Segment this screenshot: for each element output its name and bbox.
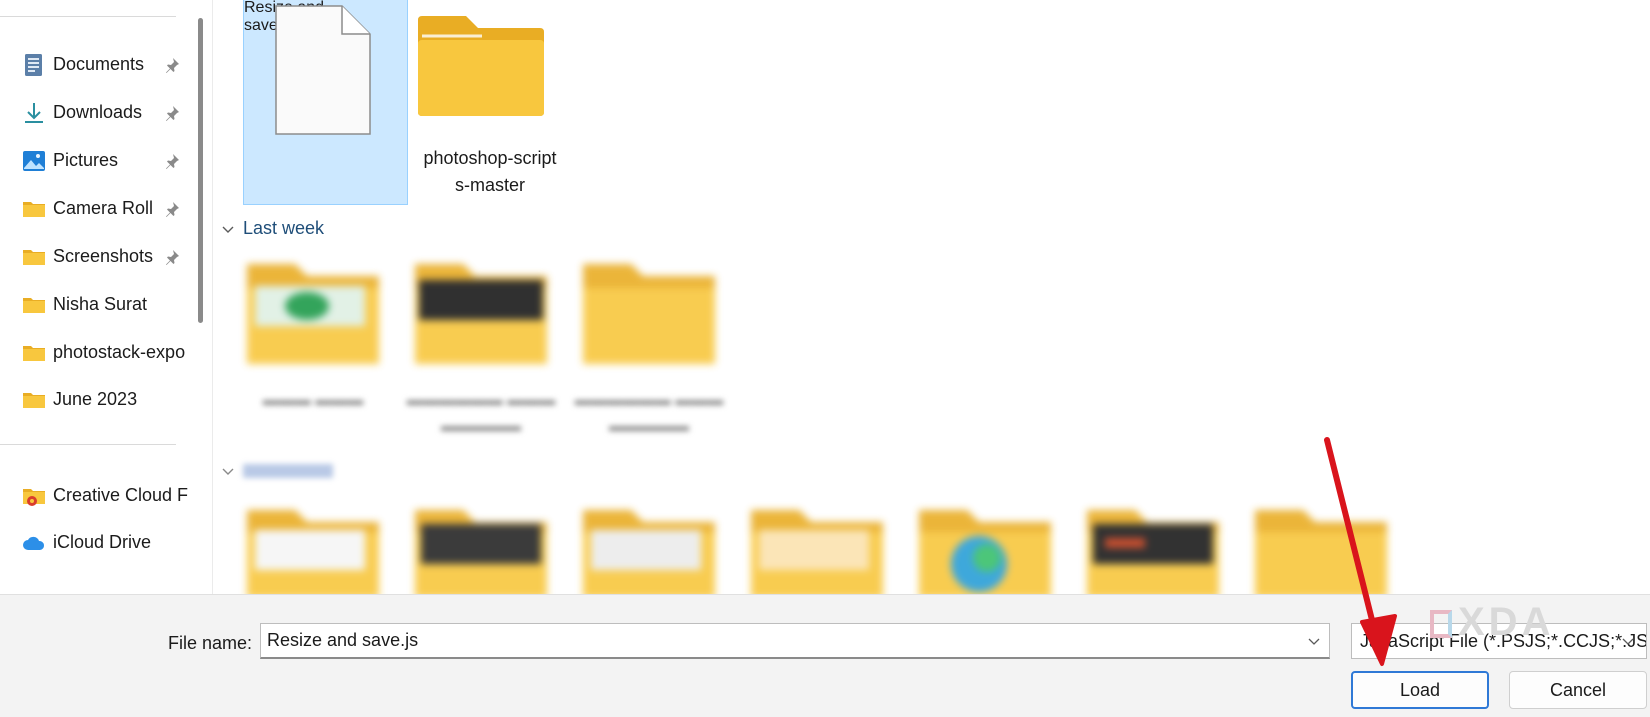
file-name-label: File name: xyxy=(168,633,253,653)
pin-icon xyxy=(166,58,179,73)
sidebar-item-label: iCloud Drive xyxy=(53,532,152,552)
sidebar-item-label: June 2023 xyxy=(53,389,138,409)
folder-icon xyxy=(415,510,547,594)
chevron-down-icon xyxy=(222,226,234,233)
folder-icon xyxy=(919,510,1051,594)
blurred-label: ▬▬▬▬▬▬ ▬▬▬ ▬▬▬▬▬ xyxy=(406,392,556,435)
chevron-down-icon[interactable] xyxy=(1620,633,1636,649)
sidebar-item-june-2023[interactable]: June 2023 xyxy=(0,378,188,422)
file-item-resize-and-save[interactable]: Resize and save.js xyxy=(243,0,408,205)
creative-cloud-icon xyxy=(23,489,45,506)
sidebar-item-label: Nisha Surat xyxy=(53,294,148,314)
blurred-label: ▬▬▬ ▬▬▬ xyxy=(262,392,364,409)
blurred-group-title xyxy=(243,464,333,478)
file-list: Resize and save.js photoshop-script s-ma… xyxy=(213,0,1650,594)
cancel-button[interactable]: Cancel xyxy=(1509,671,1647,709)
sidebar-scrollbar[interactable] xyxy=(198,18,203,323)
folder-icon xyxy=(247,510,379,594)
folder-icon xyxy=(247,264,379,364)
sidebar-item-downloads[interactable]: Downloads xyxy=(0,91,188,135)
separator xyxy=(0,444,176,445)
pin-icon xyxy=(166,154,179,169)
xda-logo-icon xyxy=(1430,610,1452,639)
navigation-pane: Documents Downloads Pictures Camera Roll… xyxy=(0,0,190,594)
file-name-input[interactable] xyxy=(260,623,1330,659)
sidebar-item-documents[interactable]: Documents xyxy=(0,43,188,87)
download-icon xyxy=(25,103,43,123)
folder-icon xyxy=(23,250,45,265)
file-icon xyxy=(275,5,371,135)
sidebar-item-camera-roll[interactable]: Camera Roll xyxy=(0,187,188,231)
xda-watermark: XDA xyxy=(1430,600,1554,645)
group-header-last-week[interactable]: Last week xyxy=(221,218,324,239)
load-button[interactable]: Load xyxy=(1351,671,1489,709)
folder-icon xyxy=(23,346,45,361)
folder-icon xyxy=(1087,510,1219,594)
group-header-blurred[interactable] xyxy=(221,464,333,478)
sidebar-item-nisha-surat[interactable]: Nisha Surat xyxy=(0,283,188,327)
sidebar-item-icloud[interactable]: iCloud Drive xyxy=(0,521,188,565)
pin-icon xyxy=(166,202,179,217)
sidebar-item-screenshots[interactable]: Screenshots xyxy=(0,235,188,279)
blurred-label: ▬▬▬▬▬▬ ▬▬▬ ▬▬▬▬▬ xyxy=(574,392,724,435)
folder-item-photoshop-scripts[interactable]: photoshop-script s-master xyxy=(410,0,570,203)
folder-icon xyxy=(23,202,45,217)
chevron-down-icon xyxy=(222,468,234,475)
sidebar-item-pictures[interactable]: Pictures xyxy=(0,139,188,183)
pin-icon xyxy=(166,106,179,121)
folder-icon xyxy=(751,510,883,594)
dialog-footer: File name: JavaScript File (*.PSJS;*.CCJ… xyxy=(0,594,1650,717)
group-title: Last week xyxy=(243,218,325,238)
folder-name-label: photoshop-script s-master xyxy=(423,148,557,195)
folder-icon xyxy=(418,16,544,116)
folder-icon xyxy=(1255,510,1387,594)
chevron-down-icon[interactable] xyxy=(1306,633,1322,649)
folder-icon xyxy=(23,393,45,408)
separator xyxy=(0,16,176,17)
folder-icon xyxy=(23,298,45,313)
pictures-icon xyxy=(23,151,45,171)
sidebar-item-photostack[interactable]: photostack-expo xyxy=(0,331,188,375)
folder-icon xyxy=(415,264,547,364)
documents-icon xyxy=(25,54,42,76)
icloud-icon xyxy=(23,536,45,550)
pin-icon xyxy=(166,250,179,265)
sidebar-item-label: photostack-expo xyxy=(53,342,186,362)
folder-icon xyxy=(583,510,715,594)
sidebar-item-creative-cloud[interactable]: Creative Cloud F xyxy=(0,474,188,518)
sidebar-item-label: Creative Cloud F xyxy=(53,485,188,505)
folder-icon xyxy=(583,264,715,364)
